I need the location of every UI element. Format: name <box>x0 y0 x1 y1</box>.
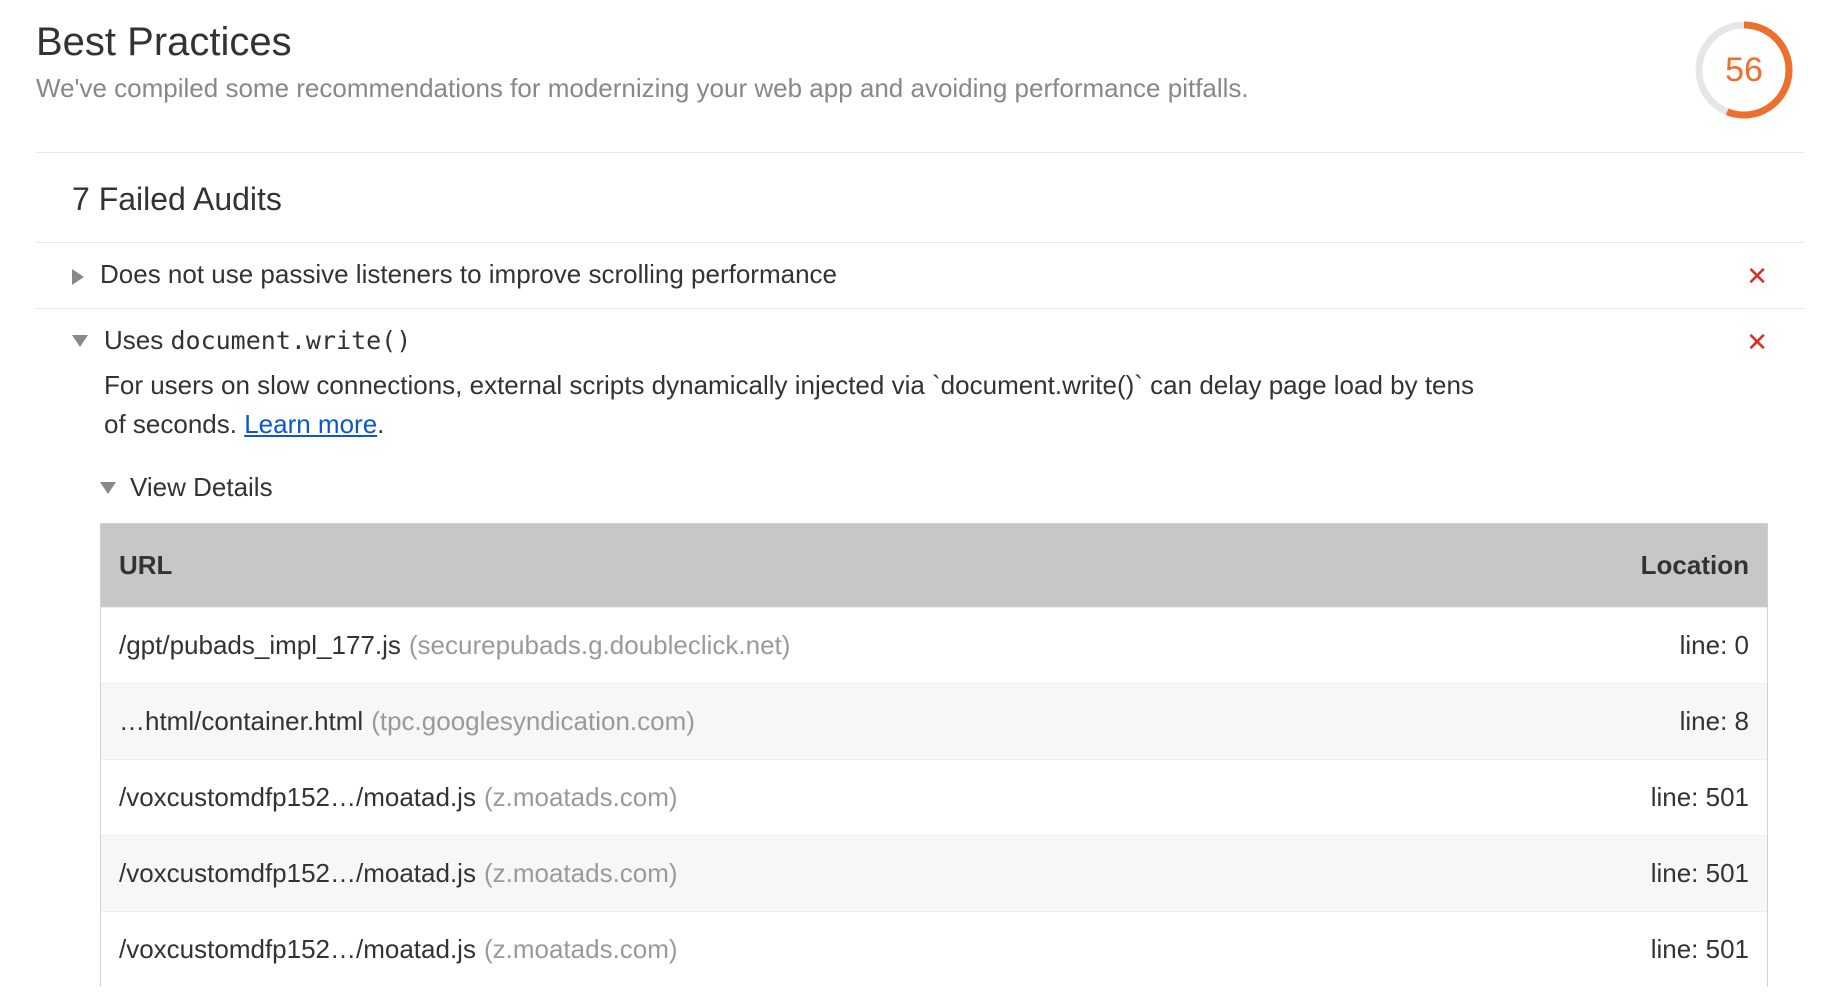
chevron-down-icon <box>72 335 88 347</box>
view-details-toggle[interactable]: View Details <box>100 472 1768 503</box>
url-path: /voxcustomdfp152…/moatad.js <box>119 858 476 888</box>
cell-url: /voxcustomdfp152…/moatad.js (z.moatads.co… <box>101 836 1567 911</box>
table-row: /voxcustomdfp152…/moatad.js (z.moatads.co… <box>101 759 1767 835</box>
page-subtitle: We've compiled some recommendations for … <box>36 73 1249 104</box>
url-host: (z.moatads.com) <box>484 934 678 964</box>
cell-url: /voxcustomdfp152…/moatad.js (z.moatads.co… <box>101 912 1567 987</box>
url-path: /voxcustomdfp152…/moatad.js <box>119 782 476 812</box>
table-header: URL Location <box>101 524 1767 607</box>
url-host: (securepubads.g.doubleclick.net) <box>409 630 791 660</box>
table-row: /voxcustomdfp152…/moatad.js (z.moatads.co… <box>101 835 1767 911</box>
url-path: /gpt/pubads_impl_177.js <box>119 630 401 660</box>
audit-description: For users on slow connections, external … <box>104 366 1474 444</box>
audit-item[interactable]: Does not use passive listeners to improv… <box>36 243 1804 309</box>
audit-title: Uses document.write() <box>104 325 1730 356</box>
url-host: (tpc.googlesyndication.com) <box>371 706 695 736</box>
url-path: …html/container.html <box>119 706 363 736</box>
cell-location: line: 501 <box>1567 836 1767 911</box>
col-location: Location <box>1567 524 1767 607</box>
fail-x-icon: ✕ <box>1746 325 1768 358</box>
audit-title: Does not use passive listeners to improv… <box>100 259 837 290</box>
cell-url: /voxcustomdfp152…/moatad.js (z.moatads.co… <box>101 760 1567 835</box>
audit-item[interactable]: Uses document.write() For users on slow … <box>36 309 1804 1003</box>
cell-url: /gpt/pubads_impl_177.js (securepubads.g.d… <box>101 608 1567 683</box>
header-text: Best Practices We've compiled some recom… <box>36 20 1249 104</box>
audit-title-code: document.write() <box>170 326 411 355</box>
url-host: (z.moatads.com) <box>484 858 678 888</box>
page-title: Best Practices <box>36 20 1249 65</box>
chevron-down-icon <box>100 482 116 494</box>
audit-title-prefix: Uses <box>104 325 170 355</box>
score-gauge: 56 <box>1694 20 1794 120</box>
table-row: /voxcustomdfp152…/moatad.js (z.moatads.co… <box>101 911 1767 987</box>
fail-x-icon: ✕ <box>1746 259 1768 292</box>
cell-location: line: 0 <box>1567 608 1767 683</box>
url-path: /voxcustomdfp152…/moatad.js <box>119 934 476 964</box>
score-value: 56 <box>1694 20 1794 120</box>
view-details-label: View Details <box>130 472 273 503</box>
table-row: …html/container.html (tpc.googlesyndicati… <box>101 683 1767 759</box>
table-row: /gpt/pubads_impl_177.js (securepubads.g.d… <box>101 607 1767 683</box>
learn-more-link[interactable]: Learn more <box>244 409 377 439</box>
col-url: URL <box>101 524 1567 607</box>
cell-location: line: 501 <box>1567 912 1767 987</box>
header: Best Practices We've compiled some recom… <box>36 20 1804 153</box>
cell-location: line: 8 <box>1567 684 1767 759</box>
cell-location: line: 501 <box>1567 760 1767 835</box>
cell-url: …html/container.html (tpc.googlesyndicati… <box>101 684 1567 759</box>
chevron-right-icon <box>72 269 84 285</box>
section-title: 7 Failed Audits <box>36 153 1804 243</box>
details-table: URL Location /gpt/pubads_impl_177.js (sec… <box>100 523 1768 987</box>
url-host: (z.moatads.com) <box>484 782 678 812</box>
